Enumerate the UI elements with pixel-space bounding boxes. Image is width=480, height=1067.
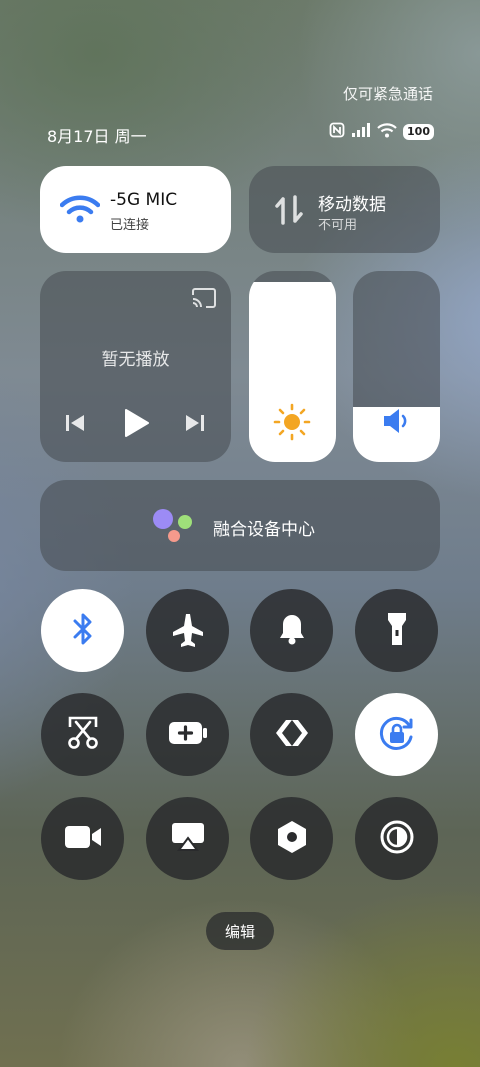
wifi-icon <box>59 194 101 228</box>
speaker-icon <box>381 405 413 441</box>
emergency-calls-only-text: 仅可紧急通话 <box>342 85 433 103</box>
mobile-data-arrows-icon <box>274 193 304 231</box>
media-status-text: 暂无播放 <box>101 350 170 370</box>
screen-record-toggle[interactable] <box>41 797 124 880</box>
play-icon[interactable] <box>122 407 150 443</box>
bell-icon <box>276 612 308 650</box>
dark-mode-toggle[interactable] <box>355 797 438 880</box>
video-camera-icon <box>64 824 102 854</box>
contrast-icon <box>379 819 415 859</box>
airplane-mode-toggle[interactable] <box>146 589 229 672</box>
screen-cast-toggle[interactable] <box>146 797 229 880</box>
nfc-settings-toggle[interactable] <box>250 797 333 880</box>
fusion-device-center-label: 融合设备中心 <box>213 520 315 540</box>
share-arrows-icon <box>274 718 310 752</box>
flashlight-icon <box>385 611 409 651</box>
ring-mode-toggle[interactable] <box>250 589 333 672</box>
nfc-icon <box>329 122 345 142</box>
cast-icon[interactable] <box>190 287 218 315</box>
mobile-data-status: 不可用 <box>318 218 358 233</box>
flashlight-toggle[interactable] <box>355 589 438 672</box>
previous-track-icon[interactable] <box>64 412 86 438</box>
screenshot-toggle[interactable] <box>41 693 124 776</box>
next-track-icon[interactable] <box>184 412 206 438</box>
battery-saver-toggle[interactable] <box>146 693 229 776</box>
airplane-icon <box>170 611 206 651</box>
fusion-dots-icon <box>151 508 197 548</box>
airplay-icon <box>170 821 206 857</box>
edit-button[interactable]: 编辑 <box>206 912 274 950</box>
mobile-data-title: 移动数据 <box>318 195 386 215</box>
sun-icon <box>273 403 311 445</box>
date-text: 8月17日 周一 <box>47 127 147 146</box>
wifi-status-icon <box>377 122 397 142</box>
rotation-lock-toggle[interactable] <box>355 693 438 776</box>
bluetooth-toggle[interactable] <box>41 589 124 672</box>
wifi-connection-status: 已连接 <box>110 218 150 233</box>
status-icons: 100 <box>329 122 434 142</box>
battery-plus-icon <box>168 721 208 749</box>
rotation-lock-icon <box>377 713 417 757</box>
signal-icon <box>351 122 371 142</box>
wifi-network-name: -5G MIC <box>110 190 178 210</box>
bluetooth-icon <box>69 611 97 651</box>
scissors-icon <box>66 715 100 755</box>
nearby-share-toggle[interactable] <box>250 693 333 776</box>
hexagon-nut-icon <box>276 820 308 858</box>
battery-indicator: 100 <box>403 124 434 140</box>
